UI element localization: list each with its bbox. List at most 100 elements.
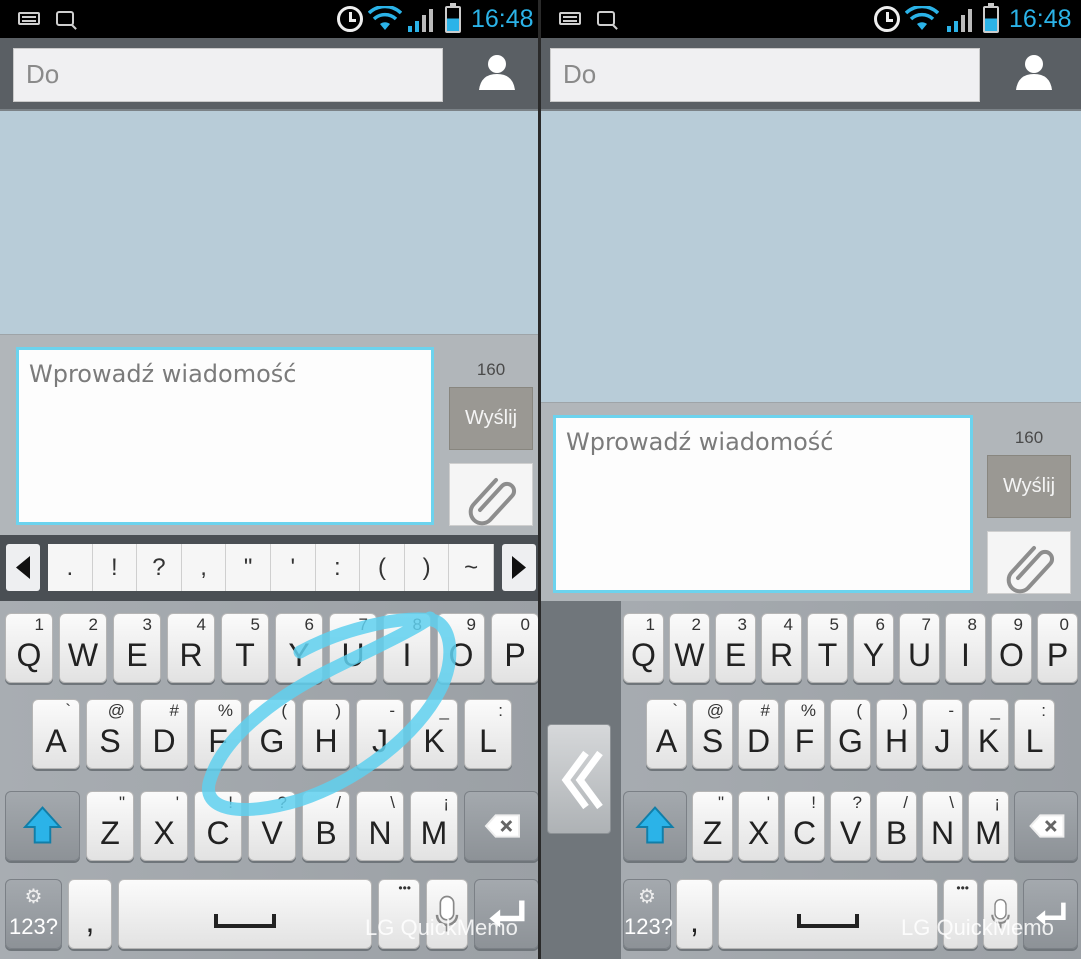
suggestion-item[interactable]: : [315,544,361,591]
key-secondary-label: ¡ [443,793,449,812]
suggestion-item[interactable]: ! [92,544,138,591]
key-z[interactable]: " Z [86,791,134,861]
key-e[interactable]: 3E [715,613,756,683]
message-input[interactable]: Wprowadź wiadomość [16,347,434,525]
key-w[interactable]: 2W [669,613,710,683]
key-n[interactable]: \ N [356,791,404,861]
key-y[interactable]: 6Y [275,613,323,683]
key-m[interactable]: ¡ M [410,791,458,861]
key-i[interactable]: 8I [383,613,431,683]
shift-key[interactable] [5,791,80,861]
key-n[interactable]: \ N [922,791,963,861]
key-l[interactable]: :L [464,699,512,769]
key-c[interactable]: ! C [784,791,825,861]
suggestion-item[interactable]: ? [137,544,182,591]
key-x[interactable]: ' X [738,791,779,861]
key-h[interactable]: ) H [876,699,917,769]
key-secondary-label: / [336,793,341,812]
key-r[interactable]: 4R [167,613,215,683]
key-i[interactable]: 8I [945,613,986,683]
key-f[interactable]: % F [784,699,825,769]
key-j[interactable]: -J [922,699,963,769]
key-u[interactable]: 7U [899,613,940,683]
suggestion-item[interactable]: ( [360,544,405,591]
key-q[interactable]: 1Q [623,613,664,683]
comma-key[interactable]: , [68,879,112,949]
key-l[interactable]: :L [1014,699,1055,769]
shift-key[interactable] [623,791,687,861]
key-k[interactable]: _ K [968,699,1009,769]
key-z[interactable]: " Z [692,791,733,861]
key-t[interactable]: 5T [807,613,848,683]
key-q[interactable]: 1Q [5,613,53,683]
key-p[interactable]: 0P [1037,613,1078,683]
key-u[interactable]: 7U [329,613,377,683]
send-button[interactable]: Wyślij [987,455,1071,518]
key-d[interactable]: # D [738,699,779,769]
attach-button[interactable] [987,531,1071,594]
key-c[interactable]: ! C [194,791,242,861]
key-label: V [261,815,283,851]
key-b[interactable]: / B [302,791,350,861]
watermark: LG QuickMemo [365,915,518,940]
key-v[interactable]: ? V [830,791,871,861]
key-f[interactable]: % F [194,699,242,769]
key-e[interactable]: 3E [113,613,161,683]
status-bar: 16:48 [541,0,1081,38]
key-secondary-label: 1 [34,615,44,634]
suggestion-right-arrow[interactable] [502,544,536,591]
space-key[interactable] [118,879,372,949]
key-b[interactable]: / B [876,791,917,861]
key-secondary-label: @ [107,701,125,720]
key-a[interactable]: ` A [646,699,687,769]
key-a[interactable]: ` A [32,699,80,769]
key-d[interactable]: # D [140,699,188,769]
key-h[interactable]: ) H [302,699,350,769]
key-m[interactable]: ¡ M [968,791,1009,861]
key-label: A [655,723,678,759]
key-g[interactable]: (G [248,699,296,769]
suggestion-item[interactable]: " [226,544,271,591]
key-p[interactable]: 0P [491,613,538,683]
symbols-key[interactable]: ⚙ 123? [623,879,673,949]
key-secondary-label: 3 [737,615,747,634]
key-r[interactable]: 4R [761,613,802,683]
suggestion-item[interactable]: ~ [449,544,494,591]
key-w[interactable]: 2W [59,613,107,683]
key-y[interactable]: 6Y [853,613,894,683]
suggestion-item[interactable]: , [181,544,227,591]
symbols-key[interactable]: ⚙ 123? [5,879,62,949]
suggestion-item[interactable]: . [48,544,93,591]
key-label: K [977,723,1000,759]
key-o[interactable]: 9O [437,613,485,683]
key-g[interactable]: (G [830,699,871,769]
key-s[interactable]: @ S [86,699,134,769]
key-secondary-label: - [389,701,395,720]
suggestion-item[interactable]: ' [271,544,316,591]
suggestion-item[interactable]: ) [404,544,450,591]
key-label: O [999,637,1024,673]
key-label: R [179,637,203,673]
message-input[interactable]: Wprowadź wiadomość [553,415,973,593]
key-o[interactable]: 9O [991,613,1032,683]
comma-key[interactable]: , [676,879,713,949]
key-j[interactable]: -J [356,699,404,769]
key-t[interactable]: 5T [221,613,269,683]
recipient-input[interactable]: Do [550,48,980,102]
key-s[interactable]: @ S [692,699,733,769]
attach-button[interactable] [449,463,533,526]
recipient-input[interactable]: Do [13,48,443,102]
key-x[interactable]: ' X [140,791,188,861]
backspace-key[interactable] [464,791,538,861]
key-label: N [368,815,392,851]
send-button[interactable]: Wyślij [449,387,533,450]
key-k[interactable]: _ K [410,699,458,769]
key-v[interactable]: ? V [248,791,296,861]
suggestion-left-arrow[interactable] [6,544,40,591]
one-hand-collapse-button[interactable] [547,724,611,834]
backspace-key[interactable] [1014,791,1078,861]
key-label: , [85,903,95,939]
contact-picker-icon[interactable] [477,52,517,92]
battery-icon [983,3,999,33]
contact-picker-icon[interactable] [1014,52,1054,92]
